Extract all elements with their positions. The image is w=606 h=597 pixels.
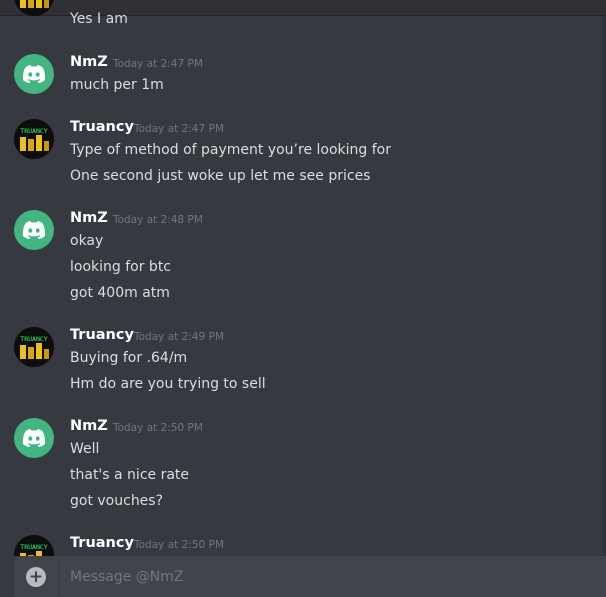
- message-author[interactable]: Truancy: [70, 327, 134, 343]
- avatar-truancy[interactable]: TRUANCY: [14, 0, 54, 16]
- svg-text:TRUANCY: TRUANCY: [20, 335, 47, 343]
- message-author[interactable]: NmZ: [70, 210, 108, 226]
- message-line: looking for btc: [70, 259, 172, 275]
- message-timestamp: Today at 2:50 PM: [134, 539, 224, 551]
- discord-logo-icon: [22, 429, 46, 447]
- truancy-gold-coins-icon: TRUANCY: [14, 119, 54, 159]
- message-line: got vouches?: [70, 493, 164, 509]
- avatar-nmz[interactable]: [14, 418, 54, 458]
- message-line: much per 1m: [70, 77, 164, 93]
- message-author[interactable]: Truancy: [70, 535, 134, 551]
- avatar-nmz[interactable]: [14, 54, 54, 94]
- message-timestamp: Today at 2:50 PM: [113, 422, 203, 434]
- message-line: Yes I am: [70, 11, 128, 27]
- message-line: One second just woke up let me see price…: [70, 168, 371, 184]
- message-line: got 400m atm: [70, 285, 170, 301]
- message-list: TRUANCY Yes I am NmZ Today at 2:47 PM mu…: [0, 0, 600, 556]
- message-timestamp: Today at 2:49 PM: [134, 331, 224, 343]
- message-line: Hm do are you trying to sell: [70, 376, 266, 392]
- avatar-truancy[interactable]: TRUANCY: [14, 119, 54, 159]
- avatar-nmz[interactable]: [14, 210, 54, 250]
- avatar-truancy[interactable]: TRUANCY: [14, 327, 54, 367]
- truancy-gold-coins-icon: TRUANCY: [14, 535, 54, 556]
- message-line: Well: [70, 441, 100, 457]
- message-line: okay: [70, 233, 104, 249]
- message-line: Buying for .64/m: [70, 350, 188, 366]
- message-timestamp: Today at 2:47 PM: [113, 58, 203, 70]
- discord-logo-icon: [22, 221, 46, 239]
- message-line: that's a nice rate: [70, 467, 190, 483]
- svg-text:TRUANCY: TRUANCY: [20, 543, 47, 551]
- plus-circle-icon[interactable]: +: [26, 567, 46, 587]
- avatar-truancy[interactable]: TRUANCY: [14, 535, 54, 556]
- message-line: Type of method of payment you’re looking…: [70, 142, 391, 158]
- message-author[interactable]: NmZ: [70, 54, 108, 70]
- truancy-gold-coins-icon: TRUANCY: [14, 327, 54, 367]
- message-author[interactable]: NmZ: [70, 418, 108, 434]
- composer-divider: [58, 556, 59, 597]
- discord-logo-icon: [22, 65, 46, 83]
- message-input[interactable]: [68, 564, 592, 590]
- message-composer: +: [14, 556, 606, 597]
- message-timestamp: Today at 2:47 PM: [134, 123, 224, 135]
- truancy-gold-coins-icon: TRUANCY: [14, 0, 54, 16]
- svg-text:TRUANCY: TRUANCY: [20, 127, 47, 135]
- message-author[interactable]: Truancy: [70, 119, 134, 135]
- message-timestamp: Today at 2:48 PM: [113, 214, 203, 226]
